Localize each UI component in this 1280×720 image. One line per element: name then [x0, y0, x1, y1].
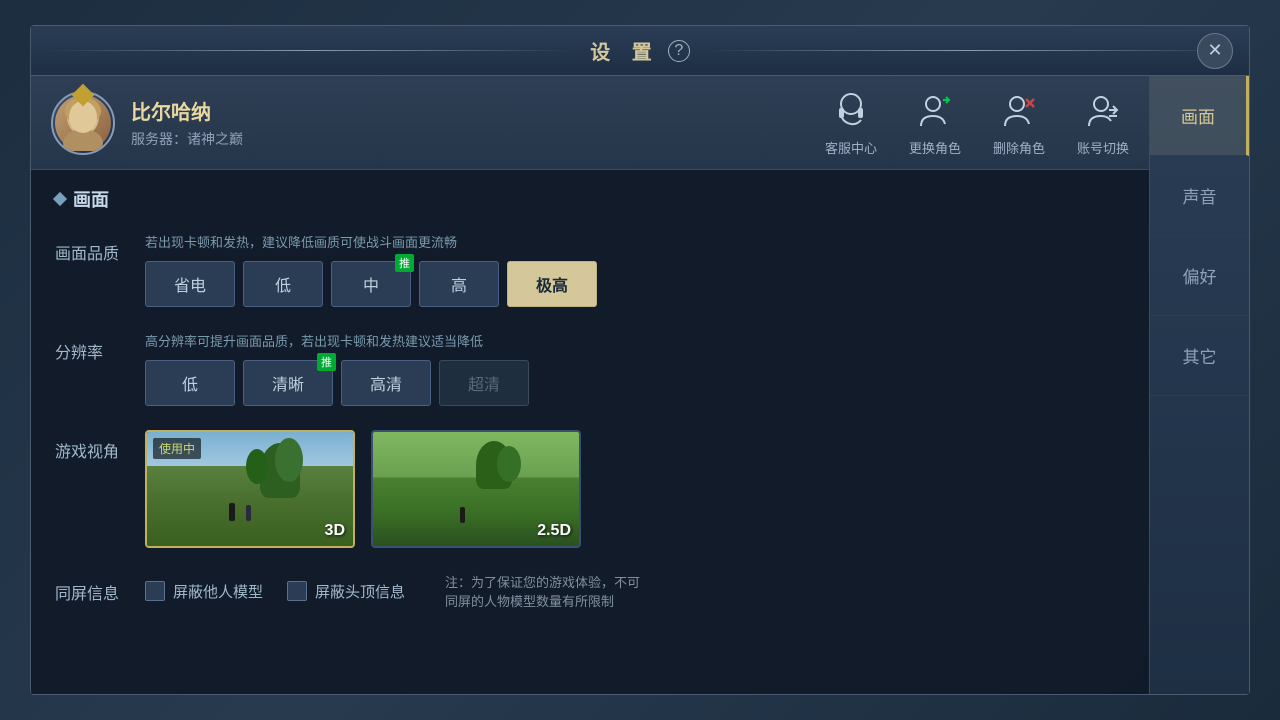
server-info: 服务器：诸神之巅 — [131, 129, 825, 149]
view-angle-row: 游戏视角 — [55, 430, 1125, 548]
customer-service-label: 客服中心 — [825, 138, 877, 157]
view-3d-option[interactable]: 使用中 3D — [145, 430, 355, 548]
resolution-content: 高分辨率可提升画面品质，若出现卡顿和发热建议适当降低 低 清晰 推 高清 超清 — [145, 331, 1125, 406]
quality-button-group: 省电 低 中 推 高 极高 — [145, 261, 1125, 307]
view-3d-using-badge: 使用中 — [153, 438, 201, 459]
switch-account-icon — [1081, 88, 1125, 132]
profile-actions: 客服中心 更换角色 — [825, 88, 1129, 157]
title-line-left — [47, 50, 574, 51]
quality-ultra-button[interactable]: 极高 — [507, 261, 597, 307]
checkbox-row: 屏蔽他人模型 屏蔽头顶信息 注：为了保证您的游戏体验，不可同屏的人物模型数量有所… — [145, 572, 1125, 610]
main-content: 比尔哈纳 服务器：诸神之巅 — [31, 76, 1149, 694]
quality-row: 画面品质 若出现卡顿和发热，建议降低画质可使战斗画面更流畅 省电 低 中 推 高… — [55, 232, 1125, 307]
view-options: 使用中 3D — [145, 430, 1125, 548]
res-clear-button[interactable]: 清晰 推 — [243, 360, 333, 406]
quality-high-button[interactable]: 高 — [419, 261, 499, 307]
delete-character-label: 删除角色 — [993, 138, 1045, 157]
switch-account-label: 账号切换 — [1077, 138, 1129, 157]
res-ultra-hd-button[interactable]: 超清 — [439, 360, 529, 406]
character-name: 比尔哈纳 — [131, 96, 825, 125]
avatar-container — [51, 91, 115, 155]
quality-hint: 若出现卡顿和发热，建议降低画质可使战斗画面更流畅 — [145, 232, 1125, 251]
quality-medium-button[interactable]: 中 推 — [331, 261, 411, 307]
quality-label: 画面品质 — [55, 232, 145, 264]
hide-info-checkbox[interactable]: 屏蔽头顶信息 — [287, 581, 405, 602]
view-25d-option[interactable]: 2.5D — [371, 430, 581, 548]
customer-service-button[interactable]: 客服中心 — [825, 88, 877, 157]
tab-preferences[interactable]: 偏好 — [1150, 236, 1249, 316]
settings-area: 画面 画面品质 若出现卡顿和发热，建议降低画质可使战斗画面更流畅 省电 低 中 … — [31, 170, 1149, 694]
same-screen-label: 同屏信息 — [55, 572, 145, 604]
same-screen-content: 屏蔽他人模型 屏蔽头顶信息 注：为了保证您的游戏体验，不可同屏的人物模型数量有所… — [145, 572, 1125, 610]
section-title: 画面 — [55, 186, 1125, 212]
delete-character-icon — [997, 88, 1041, 132]
hide-model-checkbox[interactable]: 屏蔽他人模型 — [145, 581, 263, 602]
resolution-label: 分辨率 — [55, 331, 145, 363]
clear-badge: 推 — [317, 353, 336, 371]
hide-info-checkbox-box[interactable] — [287, 581, 307, 601]
delete-character-button[interactable]: 删除角色 — [993, 88, 1045, 157]
tab-other[interactable]: 其它 — [1150, 316, 1249, 396]
same-screen-note: 注：为了保证您的游戏体验，不可同屏的人物模型数量有所限制 — [445, 572, 640, 610]
resolution-row: 分辨率 高分辨率可提升画面品质，若出现卡顿和发热建议适当降低 低 清晰 推 高清… — [55, 331, 1125, 406]
title-line-right — [706, 50, 1233, 51]
close-button[interactable]: ✕ — [1197, 33, 1233, 69]
switch-account-button[interactable]: 账号切换 — [1077, 88, 1129, 157]
resolution-button-group: 低 清晰 推 高清 超清 — [145, 360, 1125, 406]
view-angle-content: 使用中 3D — [145, 430, 1125, 548]
medium-badge: 推 — [395, 254, 414, 272]
res-low-button[interactable]: 低 — [145, 360, 235, 406]
view-3d-label: 3D — [325, 522, 345, 540]
section-diamond-icon — [53, 192, 67, 206]
tab-sound[interactable]: 声音 — [1150, 156, 1249, 236]
help-button[interactable]: ? — [668, 40, 690, 62]
resolution-hint: 高分辨率可提升画面品质，若出现卡顿和发热建议适当降低 — [145, 331, 1125, 350]
dialog-title: 设 置 — [590, 36, 660, 65]
change-character-button[interactable]: 更换角色 — [909, 88, 961, 157]
quality-low-button[interactable]: 低 — [243, 261, 323, 307]
view-angle-label: 游戏视角 — [55, 430, 145, 462]
change-character-icon — [913, 88, 957, 132]
tab-graphics[interactable]: 画面 — [1150, 76, 1249, 156]
change-character-label: 更换角色 — [909, 138, 961, 157]
hide-info-label: 屏蔽头顶信息 — [315, 581, 405, 602]
headset-icon — [829, 88, 873, 132]
same-screen-row: 同屏信息 屏蔽他人模型 屏蔽头顶信息 注：为了保证您的游戏体验，不可同屏 — [55, 572, 1125, 610]
section-title-text: 画面 — [73, 186, 109, 212]
profile-info: 比尔哈纳 服务器：诸神之巅 — [131, 96, 825, 149]
hide-model-checkbox-box[interactable] — [145, 581, 165, 601]
title-bar: 设 置 ? ✕ — [31, 26, 1249, 76]
hide-model-label: 屏蔽他人模型 — [173, 581, 263, 602]
view-25d-label: 2.5D — [537, 522, 571, 540]
quality-power-save-button[interactable]: 省电 — [145, 261, 235, 307]
sidebar-tabs: 画面 声音 偏好 其它 — [1149, 76, 1249, 694]
settings-dialog: 设 置 ? ✕ — [30, 25, 1250, 695]
dialog-body: 比尔哈纳 服务器：诸神之巅 — [31, 76, 1249, 694]
quality-content: 若出现卡顿和发热，建议降低画质可使战斗画面更流畅 省电 低 中 推 高 极高 — [145, 232, 1125, 307]
res-hd-button[interactable]: 高清 — [341, 360, 431, 406]
profile-bar: 比尔哈纳 服务器：诸神之巅 — [31, 76, 1149, 170]
